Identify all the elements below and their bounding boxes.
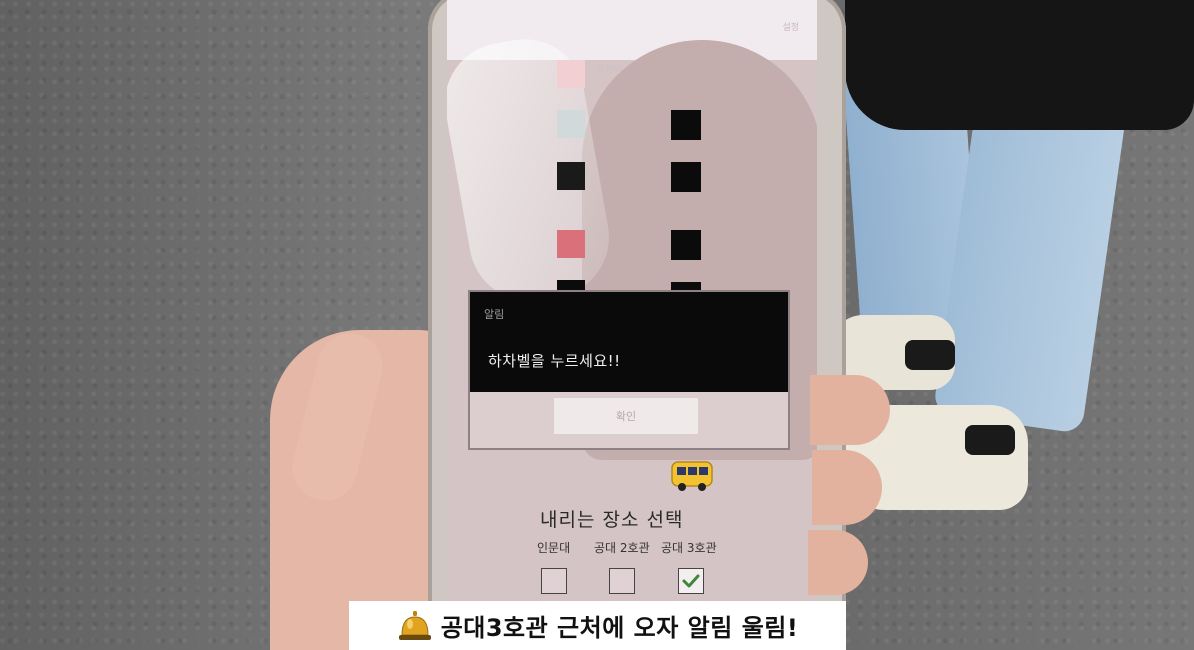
option-label-eng2: 공대 2호관	[594, 541, 650, 555]
driver-seat-label: 운전석	[597, 65, 622, 75]
caption-text: 공대3호관 근처에 오자 알림 울림!	[440, 614, 799, 642]
photo-scene: 운전석 설정 알림 하차벨을 누르세요!! 확인 내리는 장소 선택 인문대 공…	[0, 0, 1194, 650]
seat-block[interactable]	[671, 110, 701, 140]
dialog-title: 알림	[484, 308, 505, 321]
alert-dialog: 알림 하차벨을 누르세요!! 확인	[470, 292, 788, 448]
seat-swatch[interactable]	[557, 230, 585, 258]
checkbox-eng3[interactable]	[678, 568, 704, 594]
screen-glare	[447, 29, 619, 311]
seat-block[interactable]	[671, 162, 701, 192]
seat-swatch[interactable]	[557, 110, 585, 138]
sock-left	[905, 340, 955, 370]
stop-selection-title: 내리는 장소 선택	[540, 509, 684, 531]
confirm-button[interactable]: 확인	[554, 398, 698, 434]
black-jacket	[845, 0, 1194, 130]
option-label-humanities: 인문대	[537, 541, 571, 555]
service-bell-icon	[398, 610, 431, 640]
seat-block[interactable]	[671, 230, 701, 260]
checkmark-icon	[682, 574, 700, 588]
dialog-header: 알림 하차벨을 누르세요!!	[470, 292, 788, 392]
settings-label[interactable]: 설정	[782, 20, 799, 33]
seat-swatch[interactable]	[557, 162, 585, 190]
bus-icon	[671, 461, 713, 491]
subtitle-caption: 공대3호관 근처에 오자 알림 울림!	[349, 601, 846, 650]
seat-swatch[interactable]	[557, 60, 585, 88]
dialog-message: 하차벨을 누르세요!!	[488, 352, 621, 370]
option-label-eng3: 공대 3호관	[661, 541, 717, 555]
checkbox-eng2[interactable]	[609, 568, 635, 594]
checkbox-humanities[interactable]	[541, 568, 567, 594]
finger	[810, 375, 890, 445]
sock-right	[965, 425, 1015, 455]
